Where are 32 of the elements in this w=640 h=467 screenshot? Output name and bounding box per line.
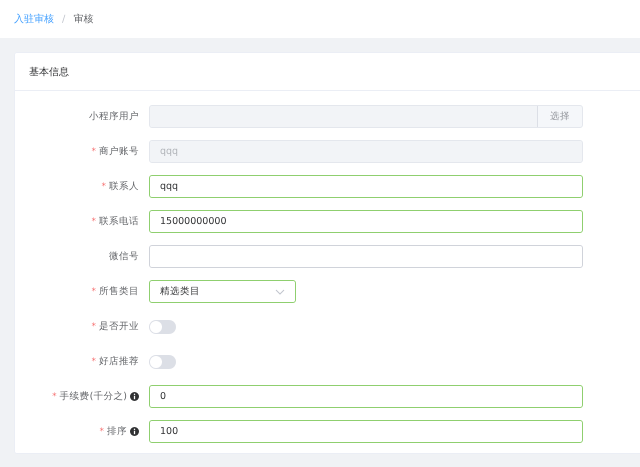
field-label: 小程序用户	[89, 110, 139, 123]
breadcrumb-separator: /	[62, 14, 66, 24]
info-icon	[130, 392, 139, 401]
field-label: 所售类目	[99, 285, 139, 298]
field-label: 手续费(千分之)	[60, 390, 127, 403]
input-field[interactable]	[149, 245, 583, 268]
field-label: 排序	[107, 425, 127, 438]
field-label: 好店推荐	[99, 355, 139, 368]
info-icon	[130, 427, 139, 436]
toggle-switch[interactable]	[149, 354, 176, 368]
card-title: 基本信息	[29, 66, 69, 78]
required-mark: *	[102, 182, 106, 192]
field-label: 微信号	[109, 250, 139, 263]
input-field[interactable]: 15000000000	[149, 210, 583, 233]
toggle-switch[interactable]	[149, 320, 176, 334]
input-field[interactable]: qqq	[149, 175, 583, 198]
input-field[interactable]: 100	[149, 420, 583, 443]
required-mark: *	[52, 392, 57, 402]
required-mark: *	[92, 356, 96, 366]
input-field[interactable]: 0	[149, 385, 583, 408]
required-mark: *	[92, 146, 96, 156]
chevron-down-icon	[275, 288, 285, 294]
field-label: 是否开业	[99, 320, 139, 333]
field-label: 商户账号	[99, 145, 139, 158]
field-label: 联系人	[109, 180, 139, 193]
required-mark: *	[92, 216, 96, 226]
required-mark: *	[92, 286, 96, 296]
select-field[interactable]: 精选类目	[149, 280, 296, 303]
required-mark: *	[100, 426, 104, 436]
required-mark: *	[92, 322, 96, 332]
breadcrumb-current: 审核	[73, 12, 94, 26]
field-label: 联系电话	[99, 215, 139, 228]
